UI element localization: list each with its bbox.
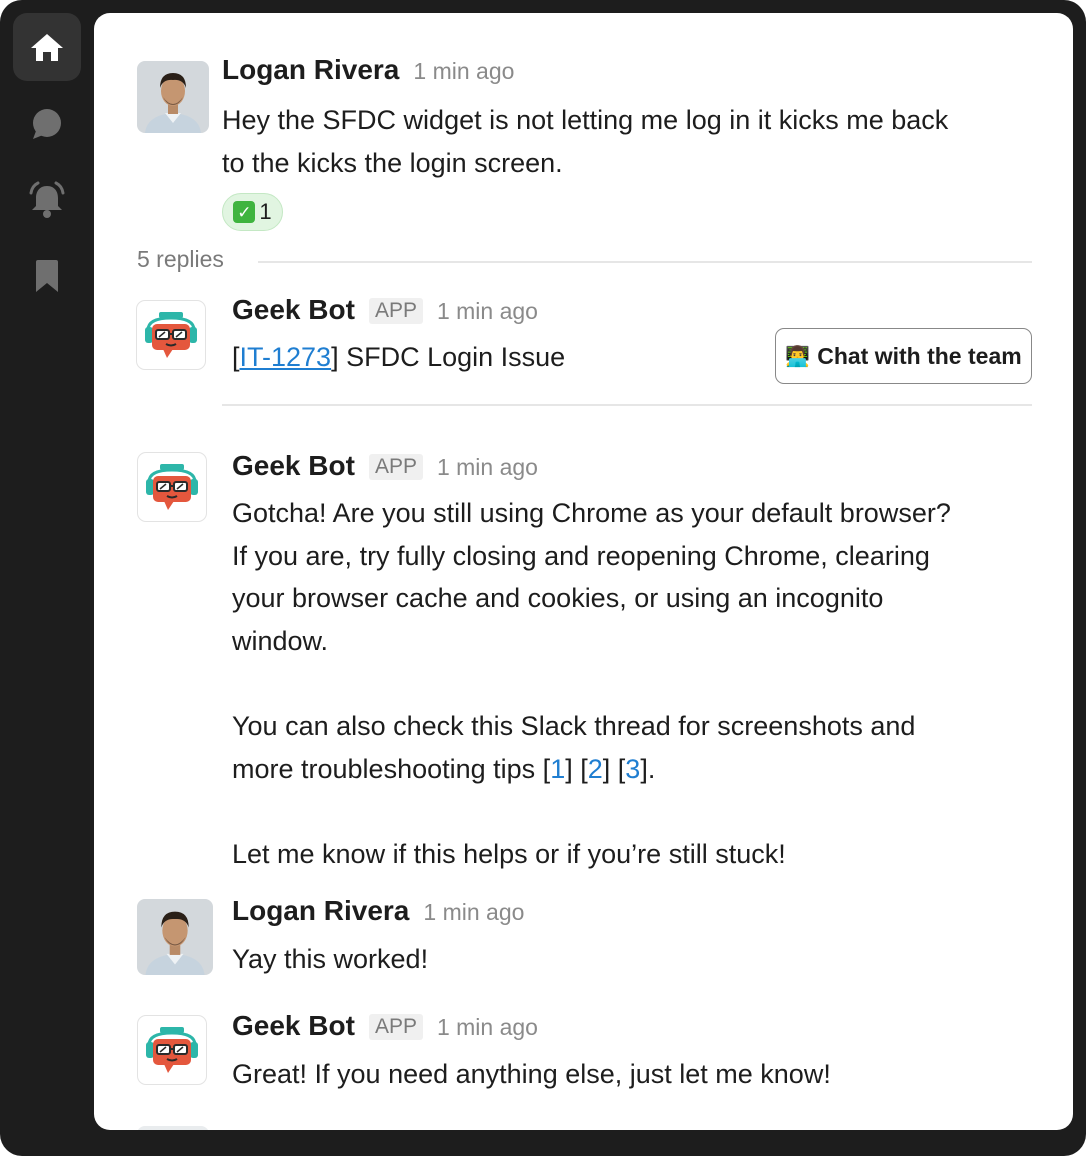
chat-bubble-icon bbox=[33, 109, 61, 139]
bracket: [ bbox=[232, 342, 240, 372]
author-name[interactable]: Geek Bot bbox=[232, 294, 355, 326]
timestamp[interactable]: 1 min ago bbox=[413, 58, 514, 85]
nav-chat-button[interactable] bbox=[13, 90, 81, 158]
sidebar bbox=[0, 0, 94, 1156]
message-body: Hey the SFDC widget is not letting me lo… bbox=[222, 99, 948, 184]
nav-alerts-button[interactable] bbox=[13, 166, 81, 234]
app-badge: APP bbox=[368, 454, 423, 480]
ticket-link[interactable]: IT-1273 bbox=[240, 342, 332, 372]
avatar[interactable] bbox=[137, 899, 213, 975]
replies-count[interactable]: 5 replies bbox=[137, 246, 224, 273]
text-span: ] [ bbox=[565, 753, 588, 784]
check-mark-icon: ✓ bbox=[233, 201, 256, 223]
timestamp[interactable]: 1 min ago bbox=[437, 298, 538, 325]
user-photo bbox=[137, 899, 213, 975]
technologist-emoji-icon: 👨‍💻 bbox=[785, 345, 811, 368]
bot-avatar[interactable] bbox=[136, 300, 206, 370]
reference-link-2[interactable]: 2 bbox=[588, 754, 603, 784]
message-header: Logan Rivera 1 min ago bbox=[232, 895, 524, 927]
author-name[interactable]: Geek Bot bbox=[232, 450, 355, 482]
message-header: Geek Bot APP 1 min ago bbox=[232, 294, 538, 326]
nav-bookmarks-button[interactable] bbox=[13, 242, 81, 310]
message-line: Gotcha! Are you still using Chrome as yo… bbox=[232, 498, 951, 528]
message-line: If you are, try fully closing and reopen… bbox=[232, 540, 930, 571]
thread-panel: Logan Rivera 1 min ago Hey the SFDC widg… bbox=[94, 13, 1073, 1130]
bot-avatar[interactable] bbox=[137, 452, 207, 522]
ticket-title: SFDC Login Issue bbox=[338, 342, 566, 372]
reaction-count: 1 bbox=[259, 199, 272, 224]
chat-with-team-button[interactable]: 👨‍💻 Chat with the team bbox=[775, 328, 1032, 384]
message-line: Hey the SFDC widget is not letting me lo… bbox=[222, 105, 949, 135]
reference-link-1[interactable]: 1 bbox=[550, 754, 565, 784]
divider bbox=[258, 261, 1032, 263]
text-span: ]. bbox=[640, 753, 656, 784]
app-badge: APP bbox=[368, 1014, 423, 1040]
reaction-pill[interactable]: ✓ 1 bbox=[222, 193, 283, 231]
message-line: more troubleshooting tips [1] [2] [3]. bbox=[232, 748, 951, 791]
app-frame: Logan Rivera 1 min ago Hey the SFDC widg… bbox=[0, 0, 1086, 1156]
alarm-bell-icon bbox=[29, 181, 65, 218]
author-name[interactable]: Logan Rivera bbox=[232, 895, 409, 927]
timestamp[interactable]: 1 min ago bbox=[437, 454, 538, 481]
bracket: ] bbox=[331, 342, 339, 372]
message-line: to the kicks the login screen. bbox=[222, 147, 563, 178]
geek-bot-icon bbox=[145, 312, 197, 358]
divider bbox=[222, 404, 1032, 406]
text-span: ] [ bbox=[602, 753, 626, 784]
message-line: your browser cache and cookies, or using… bbox=[232, 583, 884, 614]
message-header: Geek Bot APP 1 min ago bbox=[232, 1010, 538, 1042]
user-photo bbox=[137, 61, 209, 133]
home-icon bbox=[31, 34, 63, 61]
app-badge: APP bbox=[368, 298, 423, 324]
avatar[interactable] bbox=[137, 61, 209, 133]
message-body: Great! If you need anything else, just l… bbox=[232, 1059, 831, 1089]
timestamp[interactable]: 1 min ago bbox=[423, 899, 524, 926]
message-line: window. bbox=[232, 625, 329, 656]
next-avatar-partial bbox=[137, 1126, 209, 1130]
message-body: Yay this worked! bbox=[232, 944, 429, 974]
bot-avatar[interactable] bbox=[137, 1015, 207, 1085]
bookmark-icon bbox=[36, 260, 58, 292]
message-header: Geek Bot APP 1 min ago bbox=[232, 450, 538, 482]
author-name[interactable]: Logan Rivera bbox=[222, 54, 399, 86]
author-name[interactable]: Geek Bot bbox=[232, 1010, 355, 1042]
nav-home-button[interactable] bbox=[13, 13, 81, 81]
message-header: Logan Rivera 1 min ago bbox=[222, 54, 514, 86]
message-line: You can also check this Slack thread for… bbox=[232, 710, 916, 741]
message-body: Gotcha! Are you still using Chrome as yo… bbox=[232, 492, 951, 875]
geek-bot-icon bbox=[146, 1027, 198, 1073]
button-label: Chat with the team bbox=[817, 342, 1022, 369]
text-span: more troubleshooting tips [ bbox=[232, 753, 551, 784]
timestamp[interactable]: 1 min ago bbox=[437, 1014, 538, 1041]
ticket-line: [IT-1273] SFDC Login Issue bbox=[232, 336, 565, 379]
reference-link-3[interactable]: 3 bbox=[625, 754, 640, 784]
geek-bot-icon bbox=[146, 464, 198, 510]
message-line: Let me know if this helps or if you’re s… bbox=[232, 838, 786, 869]
